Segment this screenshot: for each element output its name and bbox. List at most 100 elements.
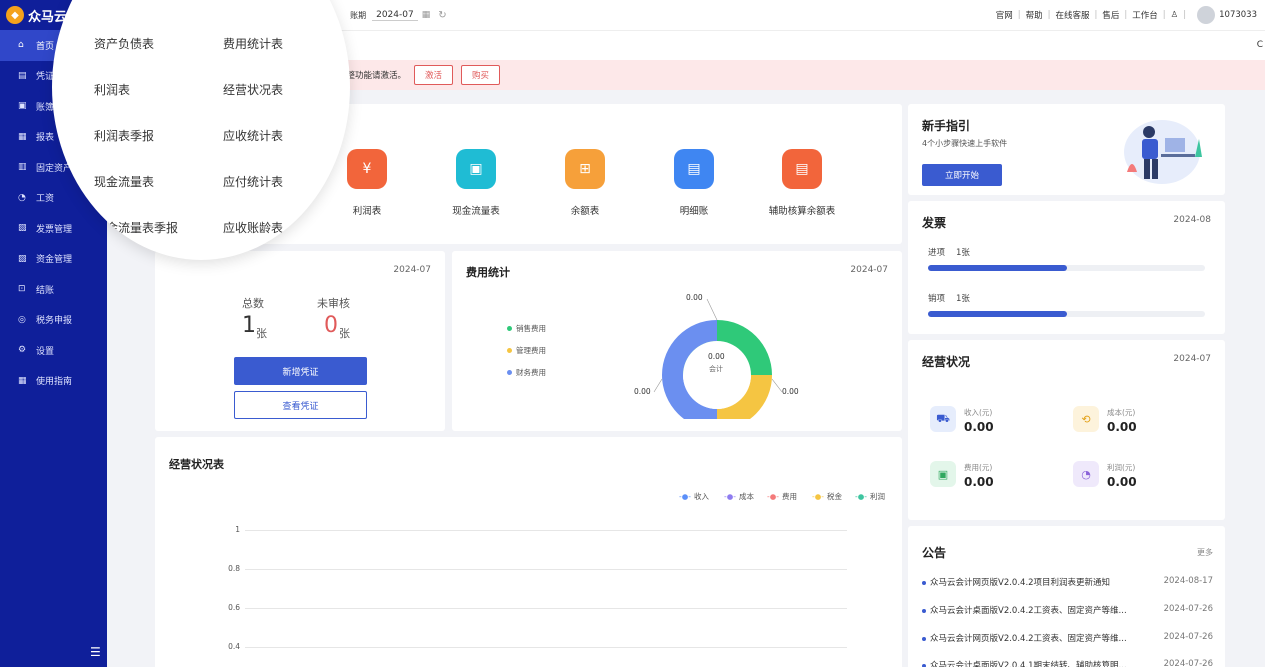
report-label: 明细账 — [679, 206, 709, 217]
profit-report-icon: ¥ — [347, 149, 387, 189]
menu-item-receivable-aging[interactable]: 应收账龄表 — [223, 219, 283, 236]
voucher-date: 2024-07 — [393, 265, 431, 275]
menu-item-operating-status[interactable]: 经营状况表 — [223, 81, 283, 98]
sidebar-item-guide[interactable]: ▦ 使用指南 — [0, 366, 107, 397]
menu-item-payable-stat[interactable]: 应付统计表 — [223, 173, 283, 190]
legend-dot — [507, 326, 512, 331]
report-shortcut-detail[interactable]: ▤ 明细账 — [639, 149, 749, 217]
link-online-service[interactable]: 在线客服 — [1055, 9, 1089, 21]
operating-chart-card: 经营状况表 -●- 收入 -●- 成本 -●- 费用 -●- 税金 -●- 利润 1 0.… — [155, 437, 902, 667]
gridline — [245, 647, 847, 648]
buy-button[interactable]: 购买 — [461, 65, 501, 85]
report-label: 现金流量表 — [452, 206, 500, 217]
announcement-item[interactable]: 众马云会计桌面版V2.0.4.1期末结转、辅助核算明... 2024-07-26 — [922, 659, 1213, 667]
report-label: 余额表 — [570, 206, 600, 217]
shirt-icon[interactable]: ♙ — [1171, 10, 1179, 20]
sidebar-item-fund[interactable]: ▨ 资金管理 — [0, 244, 107, 275]
link-official-site[interactable]: 官网 — [996, 9, 1013, 21]
legend-label: 财务费用 — [516, 368, 546, 377]
legend-label: 成本 — [738, 492, 754, 501]
report-label: 利润表 — [352, 206, 382, 217]
calendar-icon[interactable]: ▦ — [422, 10, 431, 20]
announcement-date: 2024-07-26 — [1163, 659, 1213, 667]
refresh-tab-icon[interactable]: C — [1257, 40, 1263, 50]
leader-line — [706, 298, 718, 321]
period-input[interactable]: 2024-07 — [372, 10, 418, 21]
announcement-item[interactable]: 众马云会计网页版V2.0.4.2工资表、固定资产等维... 2024-07-26 — [922, 632, 1213, 644]
refresh-icon[interactable]: ↻ — [438, 10, 446, 21]
leader-line — [771, 378, 783, 393]
expense-label: 费用(元) — [964, 463, 993, 472]
menu-item-cashflow[interactable]: 现金流量表 — [94, 173, 154, 190]
report-shortcut-cashflow[interactable]: ▣ 现金流量表 — [421, 149, 531, 217]
legend-marker: -●- — [767, 492, 779, 501]
sidebar-item-label: 报表 — [36, 133, 55, 144]
y-tick-label: 0.4 — [228, 642, 240, 651]
menu-item-balance-sheet[interactable]: 资产负债表 — [94, 35, 154, 52]
menu-item-profit[interactable]: 利润表 — [94, 81, 130, 98]
legend-dot — [507, 370, 512, 375]
cashflow-report-icon: ▣ — [456, 149, 496, 189]
report-label: 辅助核算余额表 — [768, 206, 836, 217]
announcement-item[interactable]: 众马云会计网页版V2.0.4.2项目利润表更新通知 2024-08-17 — [922, 576, 1213, 588]
invoice-date: 2024-08 — [1173, 215, 1211, 225]
sidebar-item-closing[interactable]: ⊡ 结账 — [0, 274, 107, 305]
cost-label: 成本(元) — [1107, 408, 1136, 417]
start-now-button[interactable]: 立即开始 — [922, 164, 1002, 186]
leader-line — [653, 378, 663, 393]
expense-date: 2024-07 — [850, 265, 888, 275]
invoice-out-label: 销项 — [928, 294, 946, 304]
activate-button[interactable]: 激活 — [414, 65, 454, 85]
legend-profit: -●- 利润 — [855, 491, 885, 502]
sidebar-item-settings[interactable]: ⚙ 设置 — [0, 335, 107, 366]
sidebar-item-label: 账簿 — [36, 102, 55, 113]
more-link[interactable]: 更多 — [1197, 547, 1213, 558]
collapse-menu-icon[interactable]: ☰ — [90, 645, 101, 659]
period-label: 账期 — [350, 10, 367, 20]
announcement-item[interactable]: 众马云会计桌面版V2.0.4.2工资表、固定资产等维... 2024-07-26 — [922, 604, 1213, 616]
settings-icon: ⚙ — [18, 345, 27, 356]
view-voucher-button[interactable]: 查看凭证 — [234, 391, 367, 419]
donut-label-right: 0.00 — [782, 387, 799, 396]
announcement-card: 公告 更多 众马云会计网页版V2.0.4.2项目利润表更新通知 2024-08-1… — [908, 526, 1225, 667]
home-icon: ⌂ — [18, 40, 24, 51]
closing-icon: ⊡ — [18, 284, 26, 295]
sidebar-item-label: 税务申报 — [36, 316, 73, 327]
total-value: 1 — [242, 313, 256, 338]
invoice-in-count: 1张 — [956, 248, 970, 258]
income-icon: ⛟ — [930, 406, 956, 432]
top-links: 官网 | 帮助 | 在线客服 | 售后 | 工作台 | ♙ | 1073033 — [996, 0, 1257, 30]
total-unit: 张 — [256, 327, 267, 340]
legend-label: 利润 — [869, 492, 885, 501]
report-shortcut-aux[interactable]: ▤ 辅助核算余额表 — [747, 149, 857, 217]
new-voucher-button[interactable]: 新增凭证 — [234, 357, 367, 385]
operating-status-card: 经营状况 2024-07 ⛟ 收入(元) 0.00 ⟲ 成本(元) 0.00 ▣… — [908, 340, 1225, 520]
link-help[interactable]: 帮助 — [1026, 9, 1043, 21]
avatar[interactable] — [1197, 6, 1216, 24]
divider: | — [1183, 10, 1187, 20]
sidebar-item-invoice[interactable]: ▧ 发票管理 — [0, 213, 107, 244]
menu-item-profit-quarterly[interactable]: 利润表季报 — [94, 127, 154, 144]
opstatus-title: 经营状况 — [922, 355, 971, 369]
announcement-date: 2024-07-26 — [1163, 632, 1213, 642]
unreviewed-value: 0 — [324, 313, 338, 338]
announcement-text: 众马云会计桌面版V2.0.4.2工资表、固定资产等维... — [922, 604, 1127, 616]
expense-card: 费用统计 2024-07 销售费用 管理费用 财务费用 0.00 0.00 0.… — [452, 251, 902, 431]
guide-icon: ▦ — [18, 375, 27, 386]
link-workbench[interactable]: 工作台 — [1132, 9, 1158, 21]
expense-value: 0.00 — [964, 475, 994, 489]
report-shortcut-balance[interactable]: ⊞ 余额表 — [530, 149, 640, 217]
menu-item-expense-stat[interactable]: 费用统计表 — [223, 35, 283, 52]
sidebar-item-tax[interactable]: ◎ 税务申报 — [0, 305, 107, 336]
y-tick-label: 0.8 — [228, 564, 240, 573]
user-id[interactable]: 1073033 — [1219, 10, 1257, 20]
link-after-sales[interactable]: 售后 — [1102, 9, 1119, 21]
legend-income: -●- 收入 — [679, 491, 709, 502]
menu-item-cashflow-quarterly[interactable]: 现金流量表季报 — [94, 219, 178, 236]
invoice-out-count: 1张 — [956, 294, 970, 304]
donut-center-value: 0.00 — [708, 352, 725, 361]
legend-label: 管理费用 — [516, 346, 546, 355]
announcement-date: 2024-08-17 — [1163, 576, 1213, 586]
menu-item-receivable-stat[interactable]: 应收统计表 — [223, 127, 283, 144]
gridline — [245, 530, 847, 531]
